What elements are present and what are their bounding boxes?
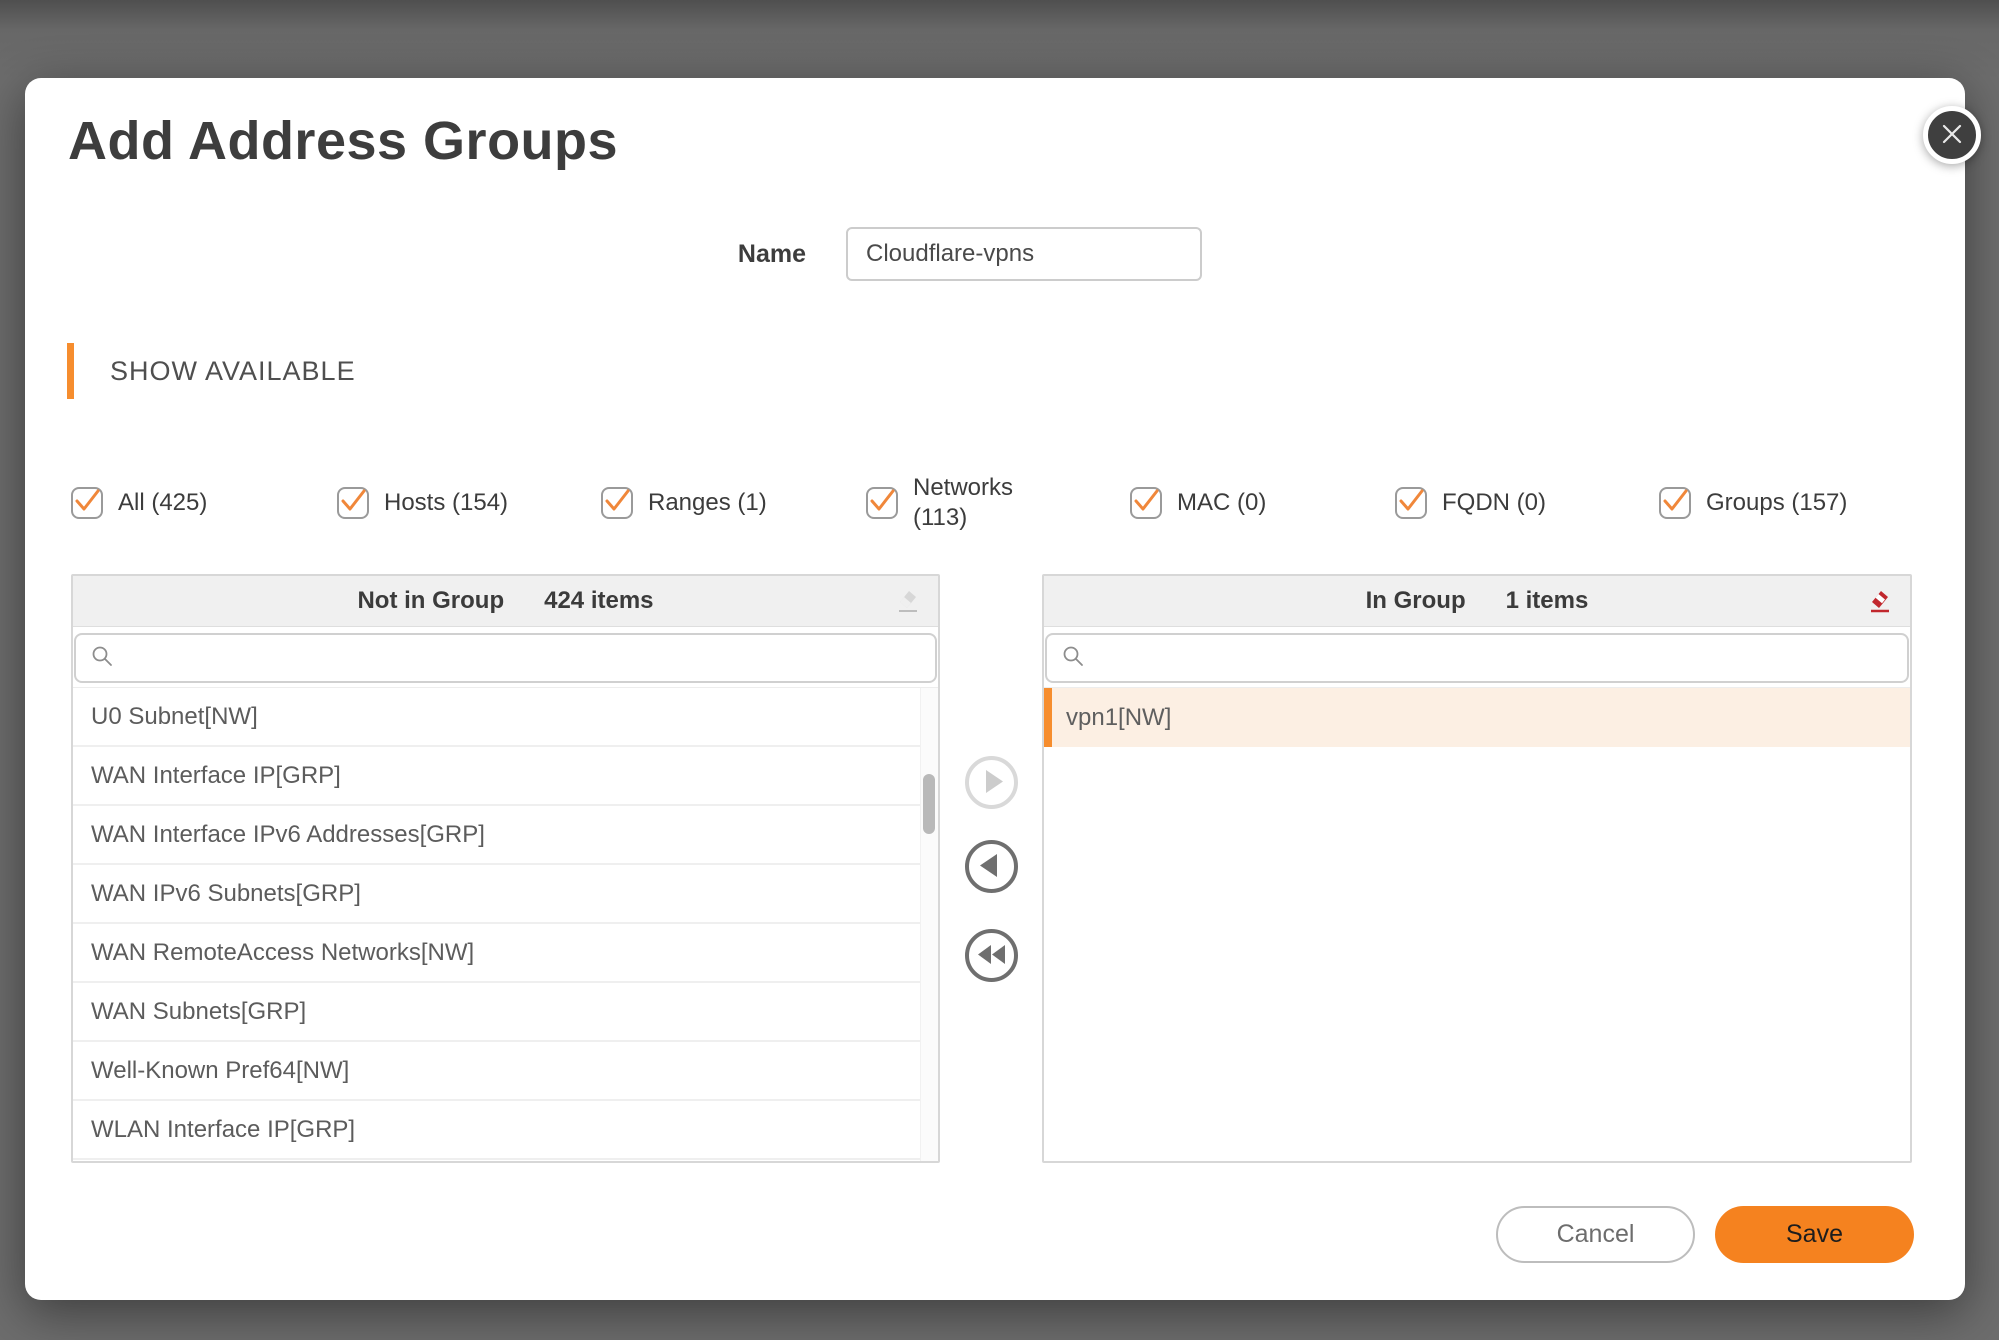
- name-field-row: Name: [625, 227, 1202, 281]
- close-icon: [1939, 121, 1965, 150]
- list-item-selected[interactable]: vpn1[NW]: [1044, 688, 1910, 747]
- filter-label: Hosts (154): [384, 488, 508, 518]
- arrow-right-circle-icon: [969, 759, 1014, 807]
- filter-all: All (425): [71, 471, 207, 535]
- in-group-search: [1045, 633, 1909, 683]
- filter-ranges: Ranges (1): [601, 471, 767, 535]
- show-available-section: SHOW AVAILABLE: [67, 343, 356, 399]
- list-item[interactable]: WAN RemoteAccess Networks[NW]: [73, 924, 938, 983]
- clear-group-button[interactable]: [1860, 583, 1896, 619]
- filter-networks: Networks (113): [866, 471, 1031, 535]
- in-group-header: In Group 1 items: [1044, 576, 1910, 627]
- not-in-group-panel: Not in Group 424 items: [71, 574, 940, 1163]
- eraser-red-icon: [1863, 585, 1893, 618]
- list-item[interactable]: WAN Interface IP[GRP]: [73, 747, 938, 806]
- add-address-groups-dialog: Add Address Groups Name SHOW AVAILABLE A…: [25, 78, 1965, 1300]
- magnifier-icon: [1061, 644, 1085, 673]
- list-item[interactable]: WAN Subnets[GRP]: [73, 983, 938, 1042]
- search-input[interactable]: [1095, 645, 1893, 671]
- save-button[interactable]: Save: [1715, 1206, 1914, 1263]
- move-right-button[interactable]: [965, 756, 1018, 809]
- section-accent-bar: [67, 343, 74, 399]
- panel-title: Not in Group: [357, 587, 504, 615]
- checkbox-mac[interactable]: [1130, 487, 1162, 519]
- name-label: Name: [625, 240, 806, 269]
- filter-label: Networks (113): [913, 473, 1031, 533]
- scrollbar-track[interactable]: [920, 688, 938, 1161]
- filter-hosts: Hosts (154): [337, 471, 508, 535]
- check-icon: [1396, 486, 1426, 521]
- filter-label: MAC (0): [1177, 488, 1266, 518]
- panel-count: 1 items: [1506, 587, 1589, 615]
- filter-fqdn: FQDN (0): [1395, 471, 1546, 535]
- check-icon: [338, 486, 368, 521]
- check-icon: [867, 486, 897, 521]
- check-icon: [602, 486, 632, 521]
- not-in-group-list: U0 Subnet[NW] WAN Interface IP[GRP] WAN …: [73, 687, 938, 1161]
- check-icon: [72, 486, 102, 521]
- page-title: Add Address Groups: [68, 110, 618, 172]
- move-all-left-button[interactable]: [965, 929, 1018, 982]
- scrollbar-thumb[interactable]: [923, 774, 935, 834]
- clear-selection-button[interactable]: [888, 583, 924, 619]
- name-input[interactable]: [846, 227, 1202, 281]
- not-in-group-search: [74, 633, 937, 683]
- checkbox-hosts[interactable]: [337, 487, 369, 519]
- checkbox-networks[interactable]: [866, 487, 898, 519]
- cancel-button[interactable]: Cancel: [1496, 1206, 1695, 1263]
- double-arrow-left-circle-icon: [969, 932, 1014, 980]
- checkbox-fqdn[interactable]: [1395, 487, 1427, 519]
- panel-count: 424 items: [544, 587, 653, 615]
- filter-groups: Groups (157): [1659, 471, 1847, 535]
- in-group-list: vpn1[NW]: [1044, 687, 1910, 1161]
- check-icon: [1660, 486, 1690, 521]
- search-input[interactable]: [124, 645, 921, 671]
- not-in-group-header: Not in Group 424 items: [73, 576, 938, 627]
- checkbox-ranges[interactable]: [601, 487, 633, 519]
- filter-label: All (425): [118, 488, 207, 518]
- filter-label: Ranges (1): [648, 488, 767, 518]
- move-left-button[interactable]: [965, 840, 1018, 893]
- list-item[interactable]: WLAN Interface IP[GRP]: [73, 1101, 938, 1160]
- filter-label: FQDN (0): [1442, 488, 1546, 518]
- magnifier-icon: [90, 644, 114, 673]
- panel-title: In Group: [1366, 587, 1466, 615]
- close-button[interactable]: [1923, 106, 1981, 164]
- list-item[interactable]: Well-Known Pref64[NW]: [73, 1042, 938, 1101]
- checkbox-groups[interactable]: [1659, 487, 1691, 519]
- checkbox-all[interactable]: [71, 487, 103, 519]
- filter-mac: MAC (0): [1130, 471, 1266, 535]
- list-item[interactable]: U0 Subnet[NW]: [73, 688, 938, 747]
- arrow-left-circle-icon: [969, 843, 1014, 891]
- list-item[interactable]: WAN Interface IPv6 Addresses[GRP]: [73, 806, 938, 865]
- section-label: SHOW AVAILABLE: [110, 356, 356, 387]
- filter-label: Groups (157): [1706, 488, 1847, 518]
- in-group-panel: In Group 1 items: [1042, 574, 1912, 1163]
- eraser-gray-icon: [891, 585, 921, 618]
- list-item[interactable]: WAN IPv6 Subnets[GRP]: [73, 865, 938, 924]
- check-icon: [1131, 486, 1161, 521]
